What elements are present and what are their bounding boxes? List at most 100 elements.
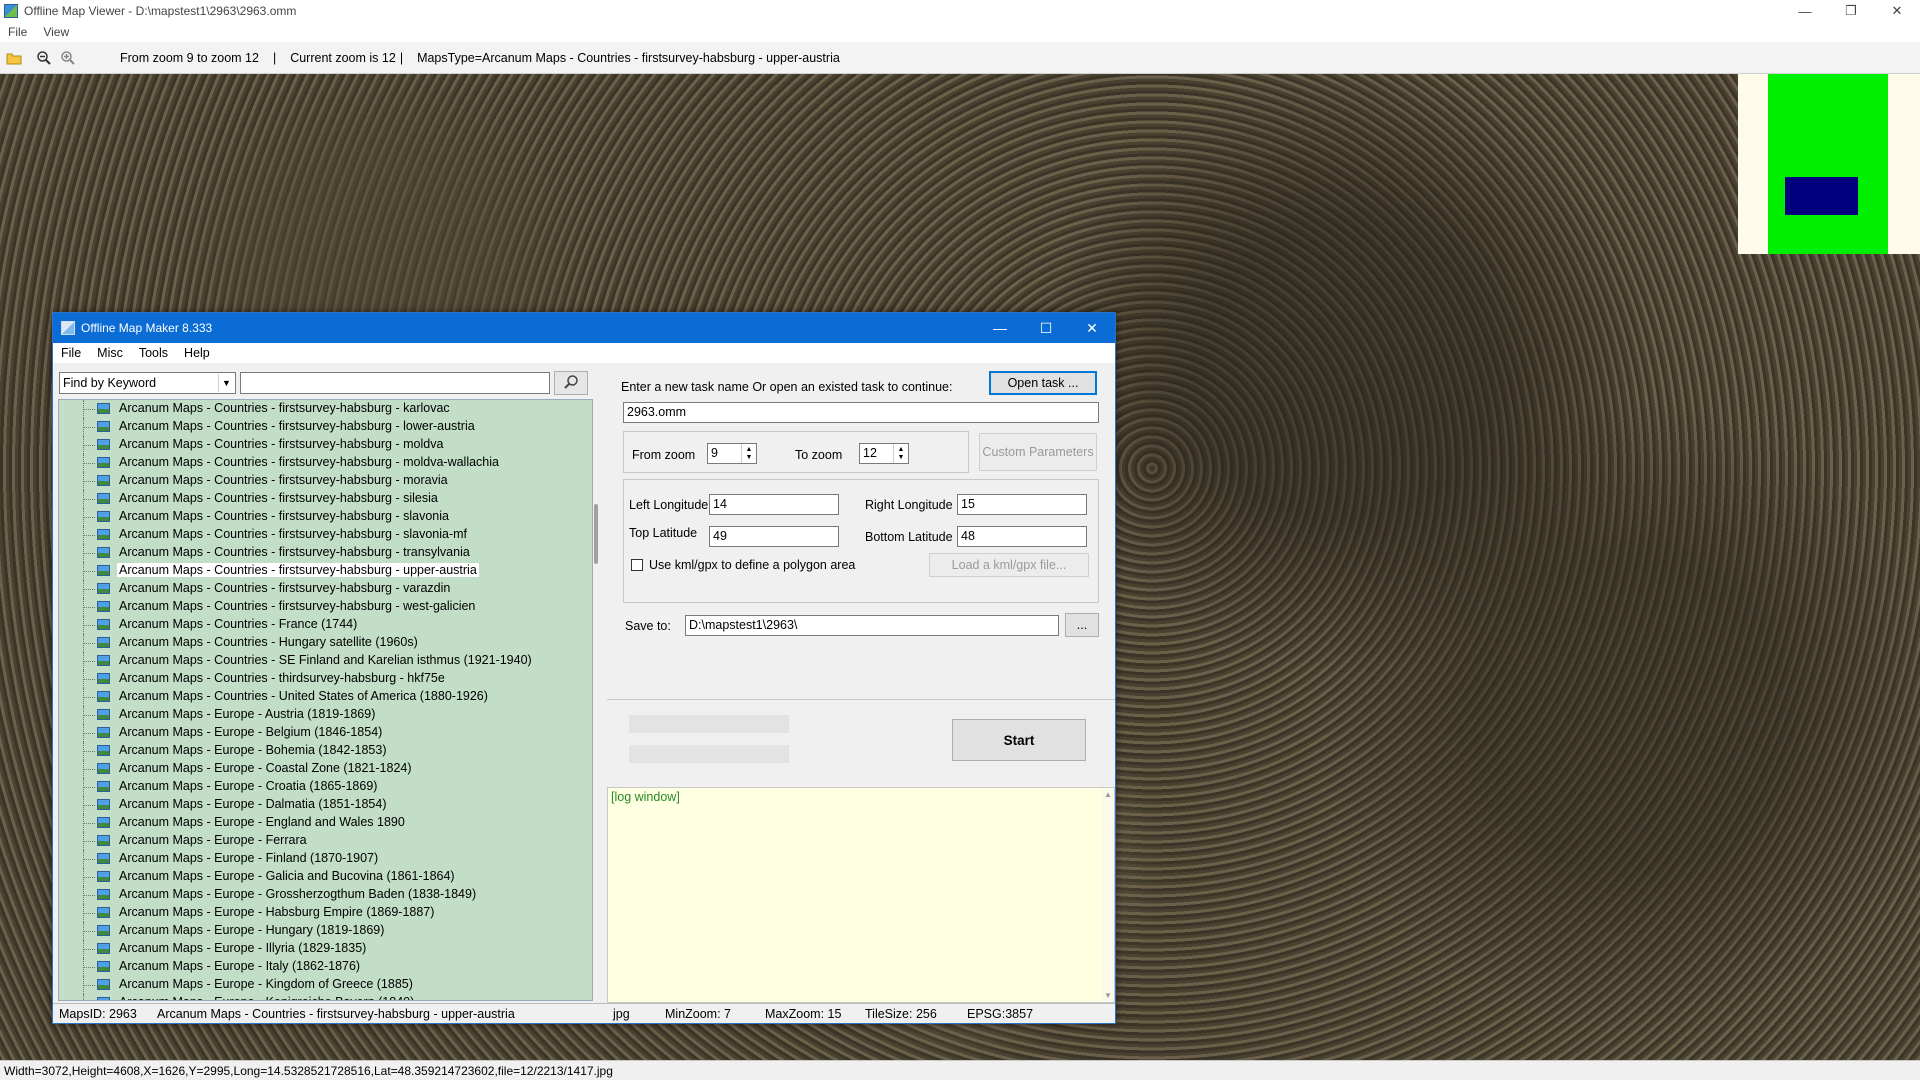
tree-connector	[83, 967, 95, 968]
dialog-statusbar: MapsID: 2963 Arcanum Maps - Countries - …	[53, 1003, 1115, 1023]
start-button[interactable]: Start	[952, 719, 1086, 761]
tree-item-label: Arcanum Maps - Europe - Habsburg Empire …	[119, 905, 435, 919]
minimap[interactable]	[1738, 74, 1920, 254]
tree-item[interactable]: Arcanum Maps - Europe - Bohemia (1842-18…	[59, 742, 592, 760]
close-button[interactable]: ✕	[1874, 0, 1920, 22]
tree-item[interactable]: Arcanum Maps - Europe - Ferrara	[59, 832, 592, 850]
chevron-down-icon[interactable]: ▼	[218, 374, 234, 392]
log-scrollbar[interactable]: ▲ ▼	[1102, 788, 1114, 1002]
top-latitude-field[interactable]: 49	[709, 526, 839, 547]
tree-item[interactable]: Arcanum Maps - Countries - firstsurvey-h…	[59, 508, 592, 526]
browse-button[interactable]: ...	[1065, 613, 1099, 637]
tree-scrollbar[interactable]	[593, 399, 600, 1001]
dialog-menu-help[interactable]: Help	[176, 346, 218, 360]
tree-item-label: Arcanum Maps - Countries - Hungary satel…	[119, 635, 418, 649]
search-mode-select[interactable]: Find by Keyword ▼	[59, 372, 236, 394]
tree-item[interactable]: Arcanum Maps - Europe - Croatia (1865-18…	[59, 778, 592, 796]
left-longitude-field[interactable]: 14	[709, 494, 839, 515]
menu-file[interactable]: File	[0, 25, 35, 39]
tree-item[interactable]: Arcanum Maps - Countries - firstsurvey-h…	[59, 490, 592, 508]
tree-item[interactable]: Arcanum Maps - Countries - thirdsurvey-h…	[59, 670, 592, 688]
tree-item[interactable]: Arcanum Maps - Europe - England and Wale…	[59, 814, 592, 832]
tree-item-label: Arcanum Maps - Countries - firstsurvey-h…	[119, 473, 448, 487]
kml-checkbox[interactable]	[631, 559, 643, 571]
tree-item[interactable]: Arcanum Maps - Countries - firstsurvey-h…	[59, 436, 592, 454]
tree-item[interactable]: Arcanum Maps - Europe - Finland (1870-19…	[59, 850, 592, 868]
from-zoom-spinner[interactable]: 9 ▲ ▼	[707, 443, 757, 464]
tree-item[interactable]: Arcanum Maps - Europe - Grossherzogthum …	[59, 886, 592, 904]
maps-tree[interactable]: Arcanum Maps - Countries - firstsurvey-h…	[58, 399, 593, 1001]
tree-connector	[83, 409, 95, 410]
tree-item[interactable]: Arcanum Maps - Europe - Habsburg Empire …	[59, 904, 592, 922]
status-max-zoom: MaxZoom: 15	[765, 1007, 842, 1021]
maps-type-text: MapsType=Arcanum Maps - Countries - firs…	[417, 50, 840, 65]
tree-item[interactable]: Arcanum Maps - Countries - firstsurvey-h…	[59, 454, 592, 472]
open-folder-icon[interactable]	[4, 48, 24, 68]
tree-item[interactable]: Arcanum Maps - Countries - United States…	[59, 688, 592, 706]
window-titlebar: Offline Map Viewer - D:\mapstest1\2963\2…	[0, 0, 1920, 22]
tree-item[interactable]: Arcanum Maps - Countries - SE Finland an…	[59, 652, 592, 670]
tree-item[interactable]: Arcanum Maps - Countries - firstsurvey-h…	[59, 472, 592, 490]
toolbar-separator: |	[399, 50, 404, 65]
tree-connector	[83, 913, 95, 914]
minimize-button[interactable]: —	[1782, 0, 1828, 22]
load-kml-button[interactable]: Load a kml/gpx file...	[929, 553, 1089, 577]
tree-item[interactable]: Arcanum Maps - Countries - firstsurvey-h…	[59, 544, 592, 562]
dialog-menu-misc[interactable]: Misc	[89, 346, 131, 360]
to-zoom-spinner[interactable]: 12 ▲ ▼	[859, 443, 909, 464]
log-window[interactable]: [log window] ▲ ▼	[607, 787, 1115, 1003]
tree-item[interactable]: Arcanum Maps - Countries - firstsurvey-h…	[59, 598, 592, 616]
spinner-arrows-icon[interactable]: ▲ ▼	[893, 444, 908, 463]
tree-item[interactable]: Arcanum Maps - Countries - Hungary satel…	[59, 634, 592, 652]
open-task-button[interactable]: Open task ...	[989, 371, 1097, 395]
tree-item[interactable]: Arcanum Maps - Countries - firstsurvey-h…	[59, 562, 592, 580]
map-icon	[97, 547, 110, 558]
map-icon	[97, 925, 110, 936]
tree-item[interactable]: Arcanum Maps - Europe - Illyria (1829-18…	[59, 940, 592, 958]
right-longitude-field[interactable]: 15	[957, 494, 1087, 515]
tree-item[interactable]: Arcanum Maps - Europe - Kingdom of Greec…	[59, 976, 592, 994]
map-icon	[97, 637, 110, 648]
save-path-field[interactable]: D:\mapstest1\2963\	[685, 615, 1059, 636]
map-icon	[97, 421, 110, 432]
dialog-maximize-button[interactable]: ☐	[1023, 313, 1069, 343]
tree-item[interactable]: Arcanum Maps - Europe - Dalmatia (1851-1…	[59, 796, 592, 814]
spinner-arrows-icon[interactable]: ▲ ▼	[741, 444, 756, 463]
bottom-latitude-field[interactable]: 48	[957, 526, 1087, 547]
zoom-out-icon[interactable]	[34, 48, 54, 68]
tree-item[interactable]: Arcanum Maps - Europe - Galicia and Buco…	[59, 868, 592, 886]
tree-item[interactable]: Arcanum Maps - Countries - France (1744)	[59, 616, 592, 634]
map-icon	[97, 691, 110, 702]
custom-parameters-button[interactable]: Custom Parameters	[979, 433, 1097, 471]
tree-connector	[83, 607, 95, 608]
zoom-in-icon[interactable]	[58, 48, 78, 68]
tree-item[interactable]: Arcanum Maps - Europe - Hungary (1819-18…	[59, 922, 592, 940]
menu-view[interactable]: View	[35, 25, 77, 39]
dialog-menu-file[interactable]: File	[53, 346, 89, 360]
tree-scroll-thumb[interactable]	[594, 504, 598, 564]
tree-item[interactable]: Arcanum Maps - Europe - Belgium (1846-18…	[59, 724, 592, 742]
dialog-close-button[interactable]: ✕	[1069, 313, 1115, 343]
tree-item[interactable]: Arcanum Maps - Europe - Italy (1862-1876…	[59, 958, 592, 976]
map-icon	[97, 835, 110, 846]
tree-item[interactable]: Arcanum Maps - Countries - firstsurvey-h…	[59, 526, 592, 544]
tree-item[interactable]: Arcanum Maps - Europe - Coastal Zone (18…	[59, 760, 592, 778]
task-name-field[interactable]: 2963.omm	[623, 402, 1099, 423]
tree-item[interactable]: Arcanum Maps - Europe - Konigreiche Baye…	[59, 994, 592, 1000]
maximize-button[interactable]: ❐	[1828, 0, 1874, 22]
tree-item-label: Arcanum Maps - Countries - firstsurvey-h…	[119, 401, 450, 415]
tree-item[interactable]: Arcanum Maps - Countries - firstsurvey-h…	[59, 580, 592, 598]
app-icon	[4, 4, 18, 18]
dialog-minimize-button[interactable]: —	[977, 313, 1023, 343]
tree-item-label: Arcanum Maps - Countries - thirdsurvey-h…	[119, 671, 445, 685]
tree-item[interactable]: Arcanum Maps - Countries - firstsurvey-h…	[59, 418, 592, 436]
tree-item[interactable]: Arcanum Maps - Europe - Austria (1819-18…	[59, 706, 592, 724]
tree-item-label: Arcanum Maps - Europe - Coastal Zone (18…	[119, 761, 412, 775]
tree-item[interactable]: Arcanum Maps - Countries - firstsurvey-h…	[59, 400, 592, 418]
map-icon	[97, 601, 110, 612]
tree-connector	[83, 733, 95, 734]
search-button[interactable]	[554, 371, 588, 395]
search-input[interactable]	[240, 372, 550, 394]
dialog-menu-tools[interactable]: Tools	[131, 346, 176, 360]
minimap-viewport[interactable]	[1785, 177, 1858, 215]
